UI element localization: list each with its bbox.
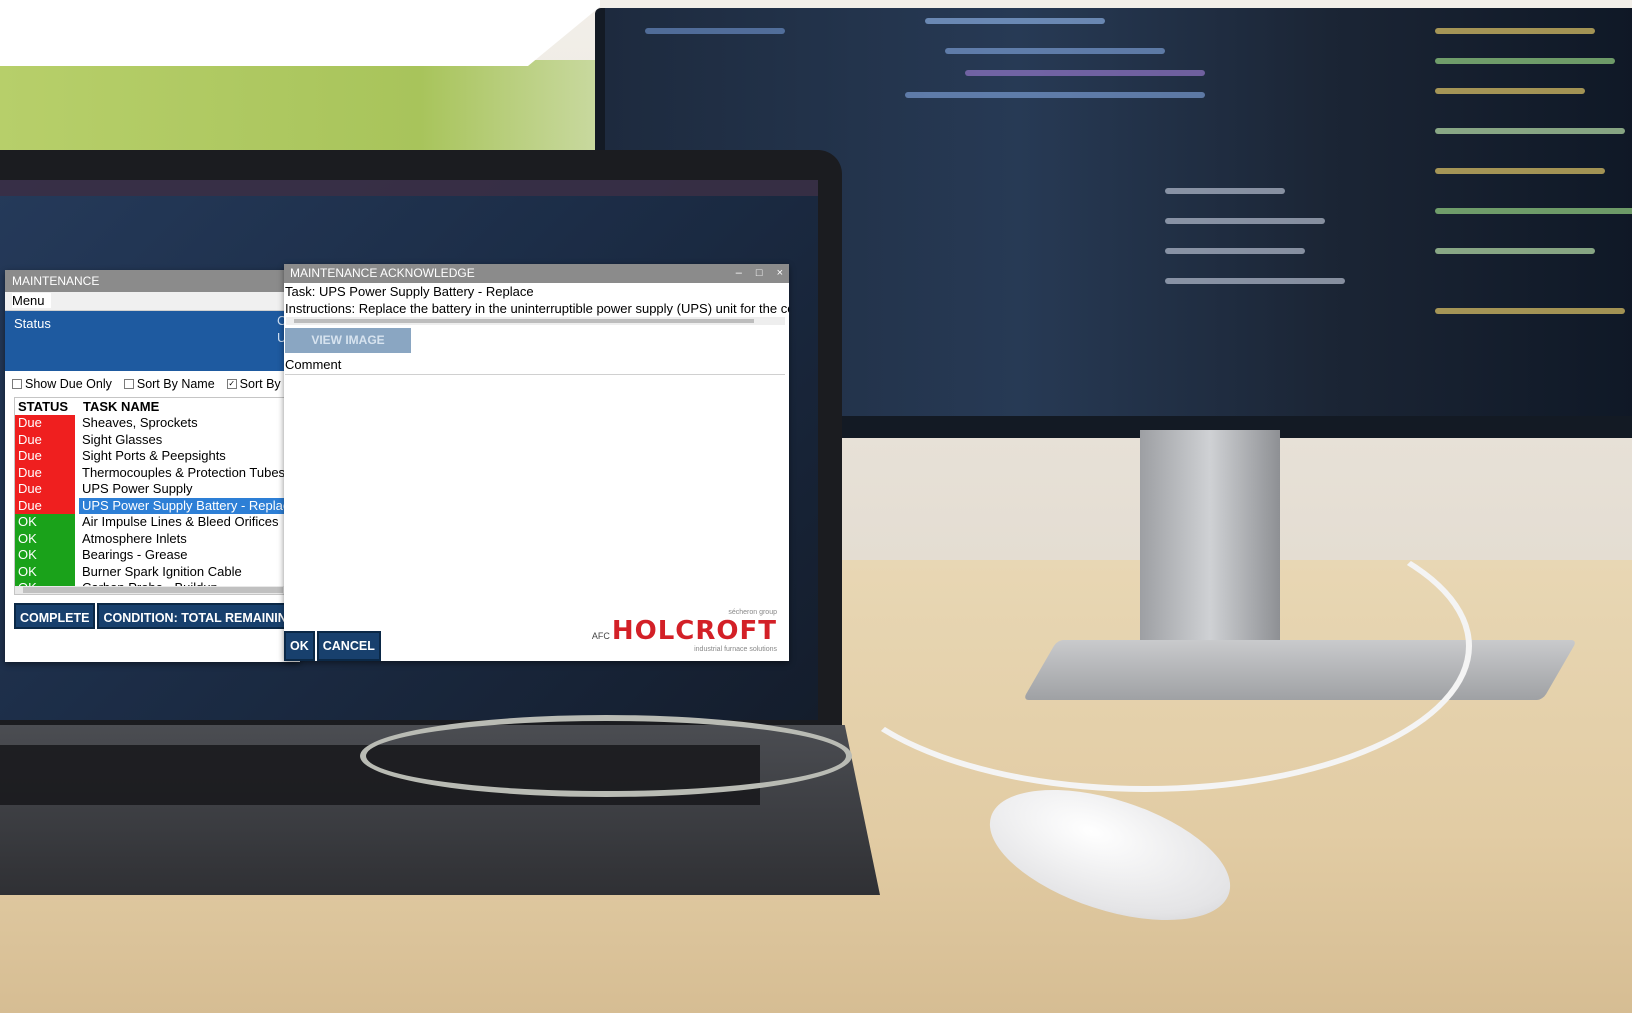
task-row[interactable]: OK Burner Spark Ignition Cable <box>15 563 301 580</box>
maintenance-acknowledge-dialog: MAINTENANCE ACKNOWLEDGE – □ × Task: UPS … <box>284 264 789 661</box>
task-name-column-header[interactable]: TASK NAME <box>78 398 301 415</box>
task-status-badge: OK <box>15 563 75 580</box>
task-status-badge: OK <box>15 547 75 564</box>
sort-by-name-checkbox[interactable]: Sort By Name <box>123 377 215 391</box>
instructions-horizontal-scrollbar[interactable] <box>286 317 785 325</box>
minimize-icon[interactable]: – <box>736 264 742 283</box>
options-row: Show Due Only Sort By Name ✓ Sort By C <box>5 371 300 397</box>
task-status-badge: Due <box>15 415 75 432</box>
comment-textarea[interactable] <box>285 374 785 621</box>
window-controls: – □ × <box>736 264 783 283</box>
task-row[interactable]: Due UPS Power Supply <box>15 481 301 498</box>
task-name: Sight Glasses <box>82 431 163 447</box>
menu-bar: Menu <box>5 292 300 311</box>
usb-cable <box>820 500 1472 792</box>
logo-tagline: industrial furnace solutions <box>694 646 777 653</box>
checkbox-checked-icon: ✓ <box>226 379 237 389</box>
status-column-header[interactable]: STATUS <box>15 398 78 415</box>
task-name: Atmosphere Inlets <box>82 530 187 546</box>
task-name: Burner Spark Ignition Cable <box>82 563 242 579</box>
show-due-only-label: Show Due Only <box>25 377 112 391</box>
complete-button[interactable]: COMPLETE <box>14 603 96 629</box>
scrollbar-thumb[interactable] <box>23 587 283 593</box>
laptop-menu-bar <box>0 180 818 196</box>
ok-button[interactable]: OK <box>284 631 315 661</box>
afc-holcroft-logo: sécheron group AFC HOLCROFT industrial f… <box>592 609 777 653</box>
task-status-badge: OK <box>15 514 75 531</box>
task-row[interactable]: OK Bearings - Grease <box>15 547 301 564</box>
acknowledge-titlebar: MAINTENANCE ACKNOWLEDGE – □ × <box>284 264 789 283</box>
task-name: UPS Power Supply Battery - Replace <box>79 497 301 514</box>
task-status-badge: Due <box>15 431 75 448</box>
task-row[interactable]: Due Thermocouples & Protection Tubes - <box>15 464 301 481</box>
sort-by-name-label: Sort By Name <box>136 377 215 391</box>
close-icon[interactable]: × <box>777 264 783 283</box>
task-name: UPS Power Supply <box>82 481 193 496</box>
task-row[interactable]: Due Sight Ports & Peepsights <box>15 448 301 465</box>
background-white-banner <box>0 0 600 66</box>
menu-button[interactable]: Menu <box>12 293 51 308</box>
acknowledge-bottom-bar: OK CANCEL <box>284 631 381 661</box>
logo-group-text: sécheron group <box>728 609 777 616</box>
task-name: Bearings - Grease <box>82 547 188 562</box>
task-name: Thermocouples & Protection Tubes - <box>82 464 293 480</box>
comment-label: Comment <box>285 357 342 372</box>
view-image-button[interactable]: VIEW IMAGE <box>285 328 411 353</box>
checkbox-unchecked-icon <box>123 379 134 389</box>
task-name: Sheaves, Sprockets <box>82 415 198 430</box>
instructions-line: Instructions: Replace the battery in the… <box>285 301 789 316</box>
task-row[interactable]: Due UPS Power Supply Battery - Replace <box>15 497 301 514</box>
task-row[interactable]: OK Atmosphere Inlets <box>15 530 301 547</box>
maximize-icon[interactable]: □ <box>756 264 763 283</box>
cancel-button[interactable]: CANCEL <box>316 631 381 661</box>
maintenance-bottom-bar: COMPLETE CONDITION: TOTAL REMAINING <box>14 603 303 629</box>
maintenance-window: MAINTENANCE Menu Status C U Show Due Onl… <box>5 270 303 662</box>
task-row[interactable]: OK Air Impulse Lines & Bleed Orifices <box>15 514 301 531</box>
logo-prefix: AFC <box>591 631 610 641</box>
task-status-badge: Due <box>15 448 75 465</box>
task-status-badge: Due <box>15 497 75 514</box>
task-line: Task: UPS Power Supply Battery - Replace <box>285 284 534 299</box>
logo-brand: HOLCROFT <box>611 616 777 646</box>
show-due-only-checkbox[interactable]: Show Due Only <box>12 377 112 391</box>
task-name: Air Impulse Lines & Bleed Orifices <box>82 514 279 529</box>
status-label: Status <box>14 316 51 331</box>
task-status-badge: Due <box>15 464 75 481</box>
task-list-header: STATUS TASK NAME <box>15 398 301 415</box>
task-status-badge: OK <box>15 530 75 547</box>
maintenance-title: MAINTENANCE <box>5 270 300 292</box>
checkbox-unchecked-icon <box>12 379 22 389</box>
task-row[interactable]: Due Sheaves, Sprockets <box>15 415 301 432</box>
acknowledge-title: MAINTENANCE ACKNOWLEDGE <box>290 266 475 280</box>
scrollbar-thumb[interactable] <box>294 319 754 323</box>
task-name: Sight Ports & Peepsights <box>82 448 226 463</box>
earphone-cable <box>360 715 852 797</box>
task-status-badge: Due <box>15 481 75 498</box>
task-list-horizontal-scrollbar[interactable] <box>15 586 301 594</box>
task-row[interactable]: Due Sight Glasses <box>15 431 301 448</box>
status-panel: Status C U <box>5 311 300 371</box>
condition-total-remaining-button[interactable]: CONDITION: TOTAL REMAINING <box>97 603 303 629</box>
task-list[interactable]: STATUS TASK NAME Due Sheaves, Sprockets Du… <box>14 397 302 595</box>
